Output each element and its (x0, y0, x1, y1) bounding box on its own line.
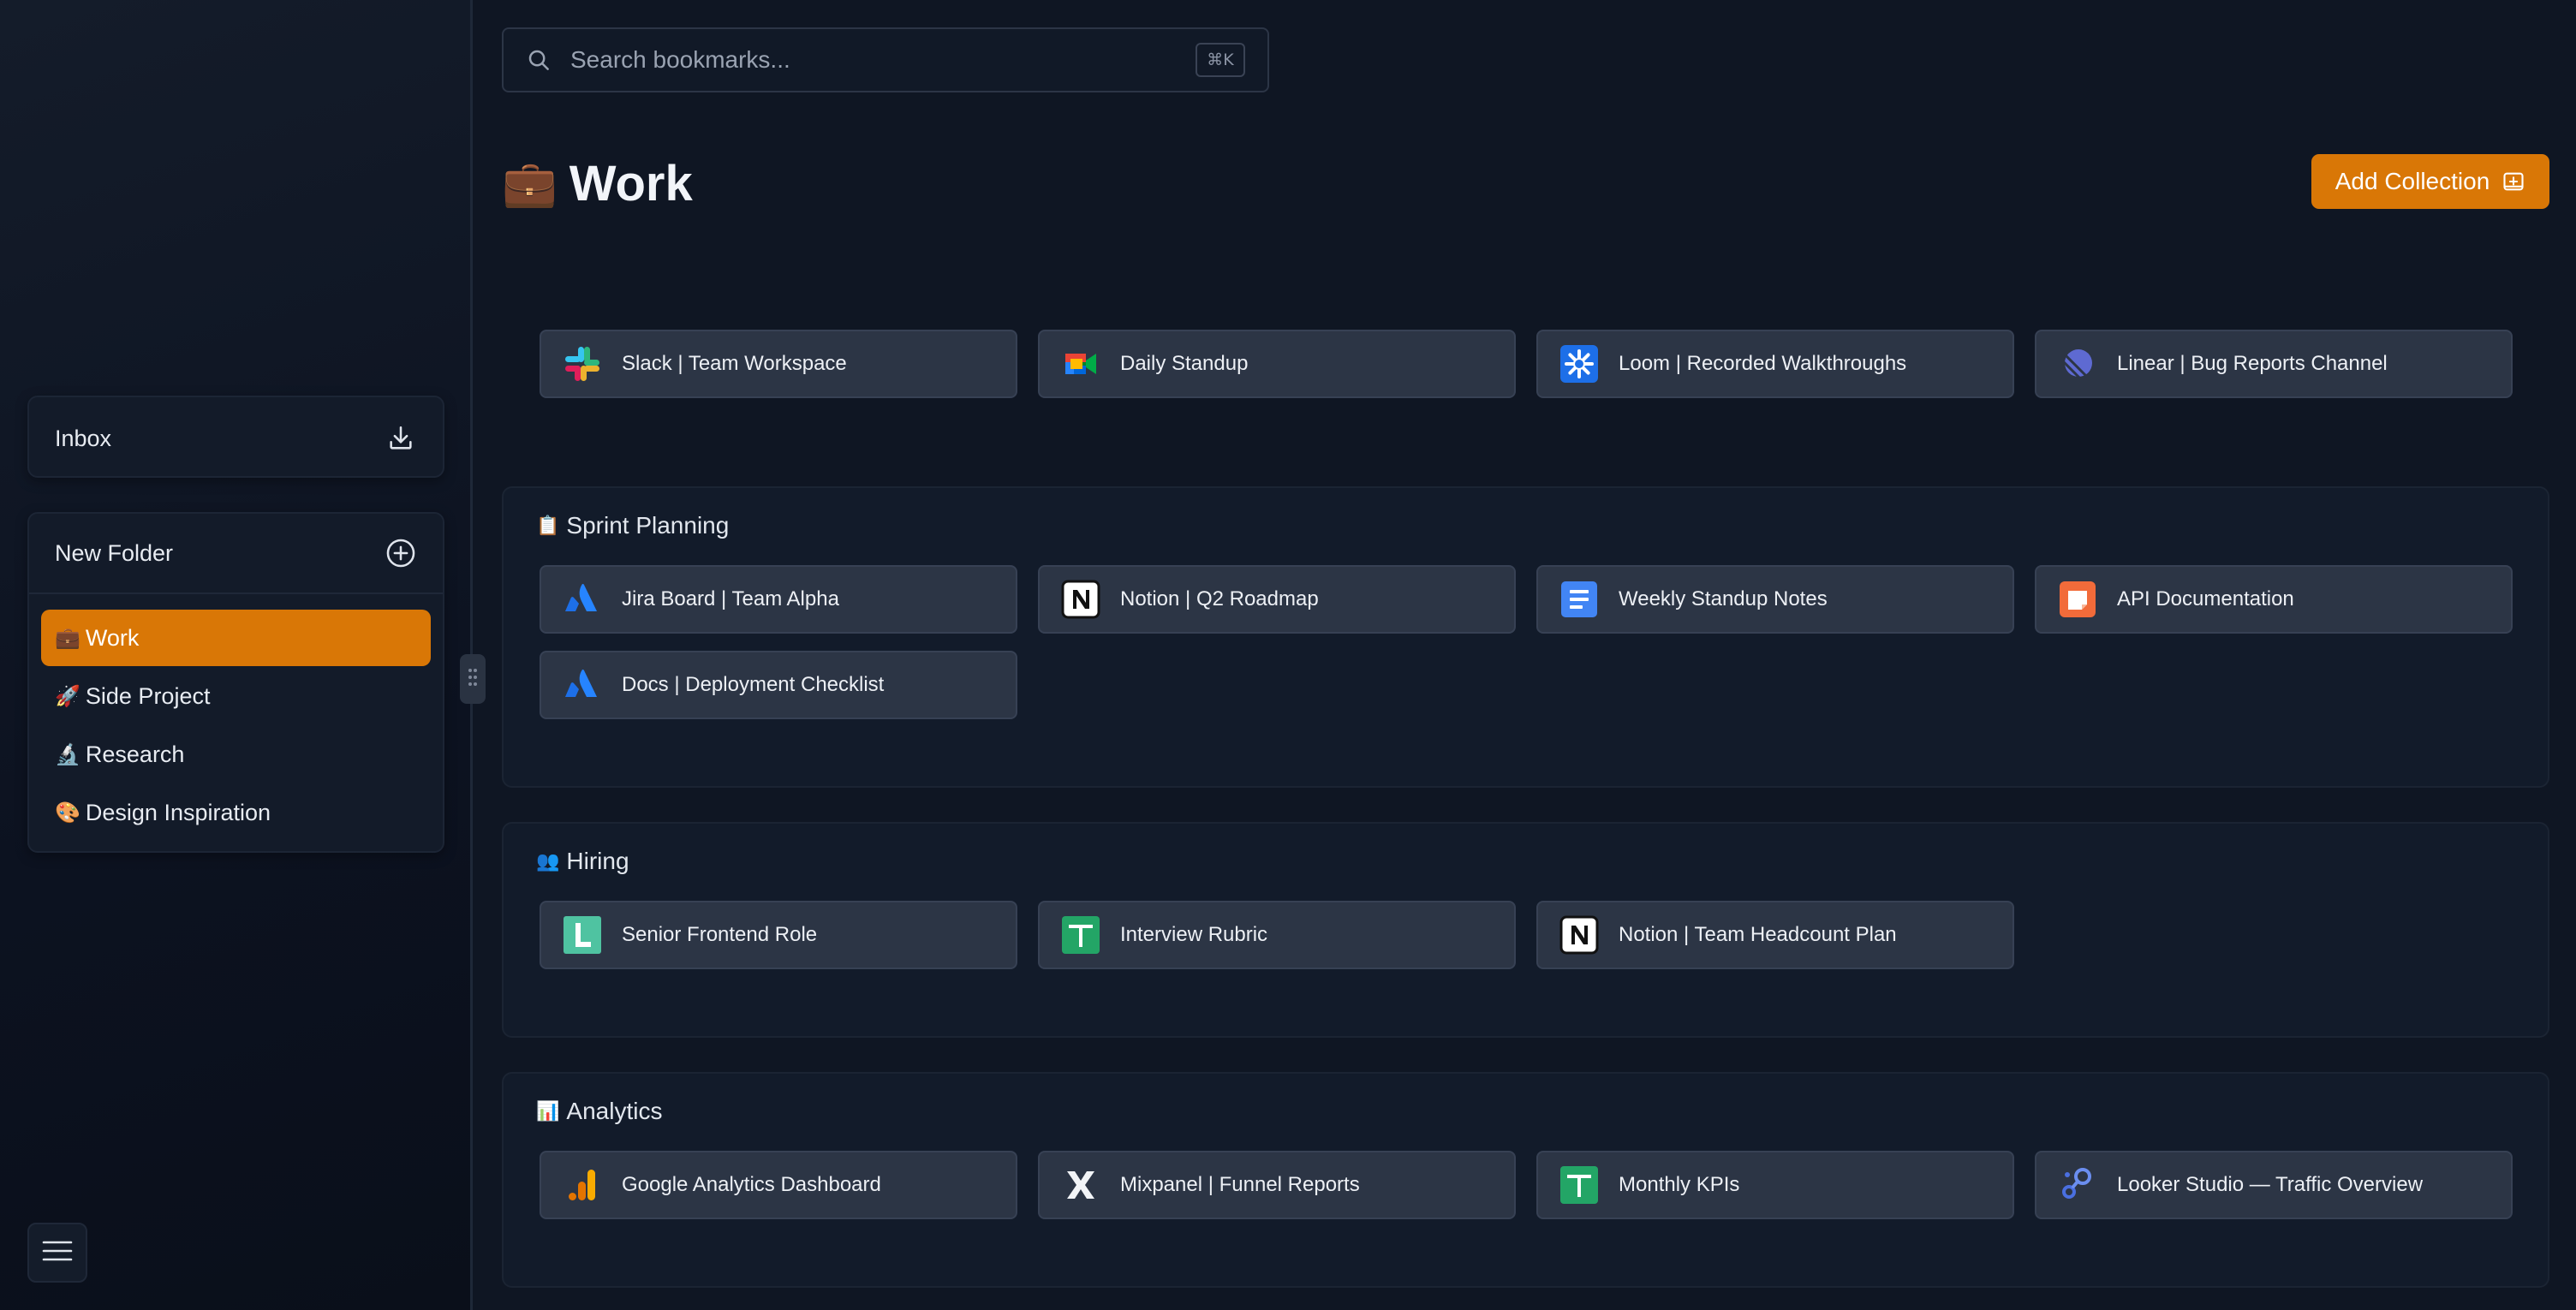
slides-icon (2057, 579, 2098, 620)
mixpanel-icon (1060, 1164, 1101, 1206)
folder-list: 💼 Work 🚀 Side Project 🔬 Research 🎨 Desig… (41, 610, 431, 843)
folder-item-side-project[interactable]: 🚀 Side Project (41, 668, 431, 724)
bookmark-mixpanel[interactable]: Mixpanel | Funnel Reports (1038, 1151, 1516, 1219)
collection-title[interactable]: 👥 Hiring (536, 848, 629, 875)
hamburger-icon (41, 1238, 74, 1268)
bookmark-label: Slack | Team Workspace (622, 352, 847, 375)
add-collection-label: Add Collection (2334, 168, 2490, 194)
atlassian-icon (562, 664, 603, 706)
folder-card: New Folder 💼 Work 🚀 Side Project 🔬 Resea… (27, 512, 444, 853)
menu-button[interactable] (27, 1223, 87, 1283)
bookmark-label: Monthly KPIs (1619, 1173, 1740, 1196)
bookmark-label: Docs | Deployment Checklist (622, 673, 885, 696)
collection-hiring: 👥 Hiring Senior Frontend Role Interview … (502, 822, 2549, 1038)
bookmark-monthly-kpis[interactable]: Monthly KPIs (1536, 1151, 2014, 1219)
collection-title[interactable]: 📊 Analytics (536, 1098, 662, 1125)
bookmark-linear[interactable]: Linear | Bug Reports Channel (2035, 330, 2513, 398)
add-circle-icon (385, 537, 417, 569)
new-folder-button[interactable]: New Folder (29, 514, 443, 594)
folder-label: Work (85, 624, 140, 651)
linear-icon (2057, 343, 2098, 384)
bookmark-label: Mixpanel | Funnel Reports (1120, 1173, 1360, 1196)
collection-title-text: Sprint Planning (566, 512, 730, 539)
bookmark-notion-roadmap[interactable]: Notion | Q2 Roadmap (1038, 565, 1516, 634)
bookmark-api-documentation[interactable]: API Documentation (2035, 565, 2513, 634)
briefcase-icon: 💼 (55, 626, 80, 650)
folder-label: Side Project (85, 682, 211, 709)
google-meet-icon (1060, 343, 1101, 384)
looker-studio-icon (2057, 1164, 2098, 1206)
sidebar: Inbox New Folder 💼 Work 🚀 Side Project 🔬 (0, 0, 473, 1310)
google-sheets-icon (1060, 914, 1101, 956)
collection-analytics: 📊 Analytics Google Analytics Dashboard M… (502, 1072, 2549, 1288)
bookmark-label: API Documentation (2117, 587, 2294, 610)
google-docs-icon (1559, 579, 1600, 620)
loom-icon (1559, 343, 1600, 384)
bookmark-label: Interview Rubric (1120, 923, 1268, 946)
palette-icon: 🎨 (55, 801, 80, 825)
lever-icon (562, 914, 603, 956)
bookmark-label: Loom | Recorded Walkthroughs (1619, 352, 1907, 375)
bookmark-looker-studio[interactable]: Looker Studio — Traffic Overview (2035, 1151, 2513, 1219)
collection-title-text: Hiring (566, 848, 629, 874)
folder-item-work[interactable]: 💼 Work (41, 610, 431, 666)
bookmark-jira-board[interactable]: Jira Board | Team Alpha (540, 565, 1017, 634)
bookmark-label: Looker Studio — Traffic Overview (2117, 1173, 2424, 1196)
add-box-icon (2501, 170, 2525, 194)
search-input[interactable] (570, 46, 1196, 74)
new-folder-label: New Folder (55, 539, 174, 566)
inbox-card: Inbox (27, 396, 444, 478)
notion-icon (1559, 914, 1600, 956)
bar-chart-icon: 📊 (536, 1100, 560, 1122)
folder-item-design-inspiration[interactable]: 🎨 Design Inspiration (41, 784, 431, 841)
collection-sprint-planning: 📋 Sprint Planning Jira Board | Team Alph… (502, 486, 2549, 788)
bookmark-google-analytics[interactable]: Google Analytics Dashboard (540, 1151, 1017, 1219)
main-content: ⌘K 💼 Work Add Collection Slack | Team Wo… (475, 0, 2576, 1310)
briefcase-icon: 💼 (502, 158, 558, 210)
collection-title[interactable]: 📋 Sprint Planning (536, 512, 729, 539)
search-icon (526, 47, 552, 73)
search-bar[interactable]: ⌘K (502, 27, 1269, 92)
page-title: 💼 Work (502, 151, 693, 216)
google-analytics-icon (562, 1164, 603, 1206)
clipboard-icon: 📋 (536, 515, 560, 537)
inbox-label: Inbox (55, 425, 112, 451)
download-icon (385, 422, 417, 455)
bookmark-notion-headcount-plan[interactable]: Notion | Team Headcount Plan (1536, 901, 2014, 969)
folder-label: Design Inspiration (85, 799, 271, 825)
bookmark-label: Jira Board | Team Alpha (622, 587, 839, 610)
collection-title-text: Analytics (566, 1098, 663, 1124)
rocket-icon: 🚀 (55, 684, 80, 708)
inbox-button[interactable]: Inbox (29, 397, 443, 479)
add-collection-button[interactable]: Add Collection (2311, 154, 2549, 209)
pinned-bookmarks: Slack | Team Workspace Daily Standup Loo… (502, 328, 2549, 400)
bookmark-label: Notion | Q2 Roadmap (1120, 587, 1319, 610)
folder-label: Research (85, 741, 185, 767)
shortcut-badge: ⌘K (1196, 43, 1245, 77)
bookmark-label: Notion | Team Headcount Plan (1619, 923, 1897, 946)
microscope-icon: 🔬 (55, 742, 80, 766)
bookmark-weekly-standup-notes[interactable]: Weekly Standup Notes (1536, 565, 2014, 634)
bookmark-label: Daily Standup (1120, 352, 1249, 375)
bookmark-interview-rubric[interactable]: Interview Rubric (1038, 901, 1516, 969)
bookmark-slack[interactable]: Slack | Team Workspace (540, 330, 1017, 398)
bookmark-label: Weekly Standup Notes (1619, 587, 1828, 610)
bookmark-label: Google Analytics Dashboard (622, 1173, 881, 1196)
folder-item-research[interactable]: 🔬 Research (41, 726, 431, 783)
atlassian-icon (562, 579, 603, 620)
google-sheets-icon (1559, 1164, 1600, 1206)
page-title-text: Work (569, 155, 693, 211)
bookmark-label: Senior Frontend Role (622, 923, 818, 946)
bookmark-label: Linear | Bug Reports Channel (2117, 352, 2388, 375)
bookmark-senior-frontend-role[interactable]: Senior Frontend Role (540, 901, 1017, 969)
bookmark-daily-standup[interactable]: Daily Standup (1038, 330, 1516, 398)
bookmark-deployment-checklist[interactable]: Docs | Deployment Checklist (540, 651, 1017, 719)
bookmark-loom[interactable]: Loom | Recorded Walkthroughs (1536, 330, 2014, 398)
notion-icon (1060, 579, 1101, 620)
people-icon: 👥 (536, 850, 560, 872)
slack-icon (562, 343, 603, 384)
